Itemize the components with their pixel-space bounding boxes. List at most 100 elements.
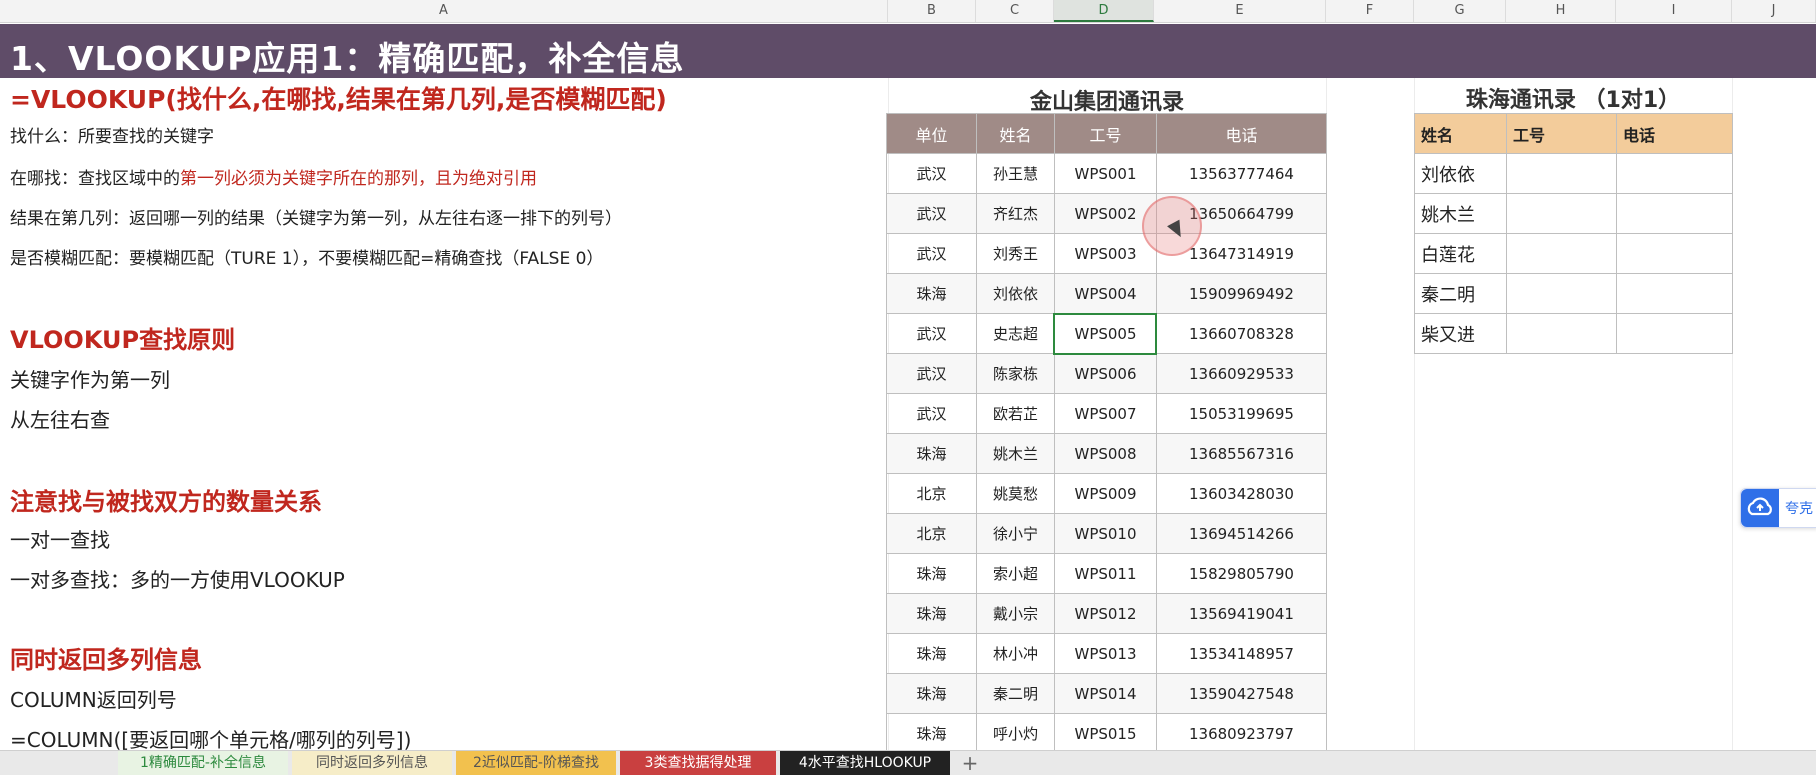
- sheet-tab-5[interactable]: 4水平查找HLOOKUP: [780, 751, 950, 775]
- table-cell[interactable]: 珠海: [886, 553, 977, 594]
- table-cell[interactable]: [1506, 273, 1617, 314]
- header-cell[interactable]: 姓名: [1414, 113, 1507, 154]
- sheet-tab-3[interactable]: 2近似匹配-阶梯查找: [456, 751, 616, 775]
- desc-column[interactable]: 结果在第几列：返回哪一列的结果（关键字为第一列，从左往右逐一排下的列号）: [10, 204, 622, 229]
- table-cell[interactable]: [1506, 153, 1617, 194]
- table-cell[interactable]: [1616, 313, 1733, 354]
- table-cell[interactable]: 白莲花: [1414, 233, 1507, 274]
- table-cell[interactable]: 武汉: [886, 193, 977, 234]
- table-cell[interactable]: 秦二明: [976, 673, 1055, 714]
- table-cell[interactable]: WPS012: [1054, 593, 1157, 634]
- table-cell[interactable]: 姚木兰: [976, 433, 1055, 474]
- title-row[interactable]: 1、VLOOKUP应用1：精确匹配，补全信息: [0, 24, 1816, 78]
- table-cell[interactable]: WPS009: [1054, 473, 1157, 514]
- table-cell[interactable]: 齐红杰: [976, 193, 1055, 234]
- table-cell[interactable]: WPS010: [1054, 513, 1157, 554]
- multi-line-2[interactable]: =COLUMN([要返回哪个单元格/哪列的列号]): [10, 724, 411, 753]
- quantity-line-2[interactable]: 一对多查找：多的一方使用VLOOKUP: [10, 564, 345, 593]
- header-cell[interactable]: 工号: [1054, 113, 1157, 154]
- quantity-line-1[interactable]: 一对一查找: [10, 524, 110, 553]
- table-cell[interactable]: 武汉: [886, 393, 977, 434]
- column-header-A[interactable]: A: [0, 0, 888, 22]
- table-cell[interactable]: 13694514266: [1156, 513, 1327, 554]
- table-cell[interactable]: 戴小宗: [976, 593, 1055, 634]
- table-cell[interactable]: 13680923797: [1156, 713, 1327, 754]
- table-cell[interactable]: [1616, 193, 1733, 234]
- table-cell[interactable]: 北京: [886, 513, 977, 554]
- header-cell[interactable]: 姓名: [976, 113, 1055, 154]
- table-cell[interactable]: WPS003: [1054, 233, 1157, 274]
- cloud-widget[interactable]: 夸克: [1740, 488, 1816, 528]
- header-cell[interactable]: 工号: [1506, 113, 1617, 154]
- table-cell[interactable]: 姚木兰: [1414, 193, 1507, 234]
- table-cell[interactable]: [1506, 193, 1617, 234]
- column-header-I[interactable]: I: [1616, 0, 1732, 22]
- table-cell[interactable]: 武汉: [886, 153, 977, 194]
- table-cell[interactable]: 秦二明: [1414, 273, 1507, 314]
- table-cell[interactable]: 欧若芷: [976, 393, 1055, 434]
- quantity-heading[interactable]: 注意找与被找双方的数量关系: [10, 482, 322, 517]
- table-cell[interactable]: [1616, 233, 1733, 274]
- table-cell[interactable]: 13660929533: [1156, 353, 1327, 394]
- table-cell[interactable]: 13569419041: [1156, 593, 1327, 634]
- table-cell[interactable]: WPS001: [1054, 153, 1157, 194]
- table-cell[interactable]: 13603428030: [1156, 473, 1327, 514]
- table-cell[interactable]: 武汉: [886, 233, 977, 274]
- table-cell[interactable]: 13660708328: [1156, 313, 1327, 354]
- table-cell[interactable]: [1616, 273, 1733, 314]
- sheet-tab-4[interactable]: 3类查找据得处理: [620, 751, 776, 775]
- desc-fuzzy[interactable]: 是否模糊匹配：要模糊匹配（TURE 1），不要模糊匹配=精确查找（FALSE 0…: [10, 244, 603, 269]
- table-cell[interactable]: 珠海: [886, 713, 977, 754]
- sheet-tab-1[interactable]: 1精确匹配-补全信息: [118, 751, 288, 775]
- table-cell[interactable]: 孙王慧: [976, 153, 1055, 194]
- sheet-tab-2[interactable]: 同时返回多列信息: [292, 751, 452, 775]
- table-cell[interactable]: 柴又进: [1414, 313, 1507, 354]
- multi-heading[interactable]: 同时返回多列信息: [10, 640, 202, 675]
- table-cell[interactable]: [1616, 153, 1733, 194]
- table-cell[interactable]: 北京: [886, 473, 977, 514]
- table-cell[interactable]: 武汉: [886, 353, 977, 394]
- table-cell[interactable]: 陈家栋: [976, 353, 1055, 394]
- principle-heading[interactable]: VLOOKUP查找原则: [10, 320, 235, 355]
- table-cell[interactable]: 武汉: [886, 313, 977, 354]
- column-header-F[interactable]: F: [1326, 0, 1414, 22]
- table-cell[interactable]: WPS015: [1054, 713, 1157, 754]
- table-cell[interactable]: WPS011: [1054, 553, 1157, 594]
- table-cell[interactable]: 15909969492: [1156, 273, 1327, 314]
- column-header-D[interactable]: D: [1054, 0, 1154, 22]
- table-cell[interactable]: WPS006: [1054, 353, 1157, 394]
- column-header-E[interactable]: E: [1154, 0, 1326, 22]
- table-cell[interactable]: 15053199695: [1156, 393, 1327, 434]
- header-cell[interactable]: 电话: [1156, 113, 1327, 154]
- table-cell[interactable]: 13590427548: [1156, 673, 1327, 714]
- table-cell[interactable]: 刘秀王: [976, 233, 1055, 274]
- table-cell[interactable]: 13685567316: [1156, 433, 1327, 474]
- column-header-H[interactable]: H: [1506, 0, 1616, 22]
- table-cell[interactable]: 13563777464: [1156, 153, 1327, 194]
- table-cell[interactable]: 珠海: [886, 273, 977, 314]
- column-header-J[interactable]: J: [1732, 0, 1816, 22]
- add-sheet-button[interactable]: +: [956, 751, 984, 775]
- column-header-B[interactable]: B: [888, 0, 976, 22]
- table-cell[interactable]: WPS014: [1054, 673, 1157, 714]
- table-cell[interactable]: [1506, 233, 1617, 274]
- table-cell[interactable]: 史志超: [976, 313, 1055, 354]
- table-cell[interactable]: 刘依依: [976, 273, 1055, 314]
- table-cell[interactable]: 呼小灼: [976, 713, 1055, 754]
- desc-where[interactable]: 在哪找：查找区域中的第一列必须为关键字所在的那列，且为绝对引用: [10, 164, 537, 189]
- table-cell[interactable]: WPS004: [1054, 273, 1157, 314]
- table-cell[interactable]: 珠海: [886, 593, 977, 634]
- multi-line-1[interactable]: COLUMN返回列号: [10, 684, 177, 713]
- table-cell[interactable]: WPS013: [1054, 633, 1157, 674]
- table-cell[interactable]: 徐小宁: [976, 513, 1055, 554]
- table-cell[interactable]: 索小超: [976, 553, 1055, 594]
- table-cell[interactable]: 珠海: [886, 433, 977, 474]
- vlookup-formula[interactable]: =VLOOKUP(找什么,在哪找,结果在第几列,是否模糊匹配): [10, 80, 667, 116]
- table-cell[interactable]: WPS008: [1054, 433, 1157, 474]
- table-cell[interactable]: 珠海: [886, 633, 977, 674]
- table-cell[interactable]: 刘依依: [1414, 153, 1507, 194]
- table-cell[interactable]: 13534148957: [1156, 633, 1327, 674]
- table-cell[interactable]: 珠海: [886, 673, 977, 714]
- table-cell[interactable]: 林小冲: [976, 633, 1055, 674]
- header-cell[interactable]: 电话: [1616, 113, 1733, 154]
